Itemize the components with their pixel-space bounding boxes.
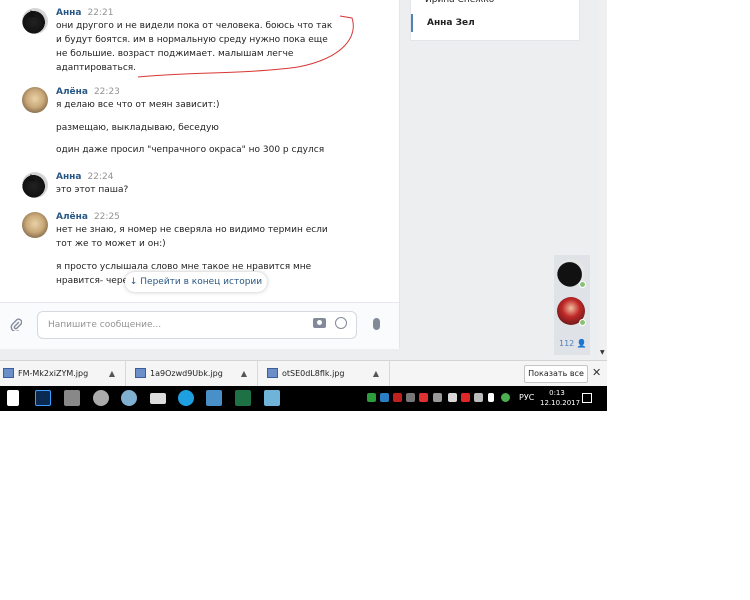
image-file-icon	[267, 368, 278, 378]
browser-icon[interactable]	[121, 390, 137, 406]
person-icon: 👤	[576, 339, 587, 348]
tray-icon[interactable]	[448, 393, 457, 402]
show-all-downloads-button[interactable]: Показать все	[524, 365, 588, 383]
mail-icon[interactable]	[150, 393, 166, 404]
online-indicator	[579, 319, 586, 326]
chevron-up-icon[interactable]: ▲	[241, 361, 247, 387]
message-input[interactable]	[46, 319, 290, 331]
image-viewer-icon[interactable]	[206, 390, 222, 406]
download-item[interactable]: FM-Mk2xiZYM.jpg ▲	[0, 361, 126, 387]
microphone-icon[interactable]	[373, 318, 380, 330]
message-text: я делаю все что от меян зависит:)	[56, 100, 220, 110]
red-annotation-stroke	[137, 15, 354, 78]
members-count[interactable]: 112 👤	[559, 339, 587, 348]
jump-to-end-button[interactable]: ↓ Перейти в конец истории	[125, 272, 267, 292]
scrollbar[interactable]: ▼	[599, 0, 607, 360]
avatar[interactable]	[22, 8, 48, 34]
tray-icon[interactable]	[474, 393, 483, 402]
clock-date: 12.10.2017	[540, 399, 581, 407]
clock-time: 0:13	[549, 389, 565, 397]
cloud-icon[interactable]	[433, 393, 442, 402]
message-time: 22:25	[93, 212, 120, 222]
message-time: 22:24	[87, 172, 114, 182]
chevron-up-icon[interactable]: ▲	[373, 361, 379, 387]
download-filename: 1a9Ozwd9Ubk.jpg	[150, 369, 223, 378]
chat-panel: Анна 22:21 они другого и не видели пока о…	[0, 0, 400, 349]
download-filename: otSE0dL8flk.jpg	[282, 369, 345, 378]
message-author[interactable]: Алёна	[56, 87, 88, 97]
message-input-box	[37, 311, 357, 339]
conversation-list: Ирина Снежко Анна Зел	[410, 0, 580, 41]
screenshot-region: Анна 22:21 они другого и не видели пока о…	[0, 0, 607, 411]
speaker-icon[interactable]	[488, 393, 494, 402]
conversation-item[interactable]: Ирина Снежко	[411, 0, 579, 9]
excel-icon[interactable]	[235, 390, 251, 406]
message-time: 22:21	[87, 8, 114, 18]
download-item[interactable]: otSE0dL8flk.jpg ▲	[264, 361, 390, 387]
tray-icon[interactable]	[501, 393, 510, 402]
paperclip-icon[interactable]	[10, 317, 23, 335]
app-icon[interactable]	[64, 390, 80, 406]
image-file-icon	[135, 368, 146, 378]
message-author[interactable]: Алёна	[56, 212, 88, 222]
message-author[interactable]: Анна	[56, 172, 81, 182]
settings-icon[interactable]	[93, 390, 109, 406]
members-count-value: 112	[559, 339, 575, 348]
smile-icon[interactable]	[335, 317, 347, 329]
language-indicator[interactable]: РУС	[519, 393, 534, 402]
message-text: это этот паша?	[56, 185, 129, 195]
message-time: 22:23	[93, 87, 120, 97]
clock[interactable]: 0:13 12.10.2017	[540, 388, 581, 408]
download-filename: FM-Mk2xiZYM.jpg	[18, 369, 89, 378]
tray-icon[interactable]	[367, 393, 376, 402]
scroll-down-icon[interactable]: ▼	[600, 349, 605, 356]
photoshop-icon[interactable]	[35, 390, 51, 406]
camera-icon[interactable]	[313, 318, 326, 328]
avatar[interactable]	[22, 172, 48, 198]
close-icon[interactable]: ✕	[592, 366, 601, 379]
jump-to-end-label: Перейти в конец истории	[140, 277, 263, 287]
tray-icon[interactable]	[419, 393, 428, 402]
online-indicator	[579, 281, 586, 288]
calculator-icon[interactable]	[7, 390, 19, 406]
app-icon[interactable]	[264, 390, 280, 406]
message-author[interactable]: Анна	[56, 8, 81, 18]
chevron-up-icon[interactable]: ▲	[109, 361, 115, 387]
tray-icon[interactable]	[393, 393, 402, 402]
tray-icon[interactable]	[380, 393, 389, 402]
conversation-item-active[interactable]: Анна Зел	[411, 14, 579, 32]
arrow-down-icon: ↓	[129, 277, 138, 287]
notifications-icon[interactable]	[582, 393, 592, 403]
avatar[interactable]	[22, 87, 48, 113]
message-text: размещаю, выкладываю, беседую	[56, 123, 219, 133]
avatar[interactable]	[22, 212, 48, 238]
skype-icon[interactable]	[178, 390, 194, 406]
chat-members-rail: 112 👤	[554, 255, 590, 355]
message-text: один даже просил "чепрачного окраса" но …	[56, 145, 325, 155]
download-item[interactable]: 1a9Ozwd9Ubk.jpg ▲	[132, 361, 258, 387]
message-text: нет не знаю, я номер не сверяла но видим…	[56, 225, 328, 249]
message-composer	[0, 302, 399, 349]
downloads-bar: FM-Mk2xiZYM.jpg ▲ 1a9Ozwd9Ubk.jpg ▲ otSE…	[0, 360, 607, 387]
tray-icon[interactable]	[406, 393, 415, 402]
image-file-icon	[3, 368, 14, 378]
windows-taskbar: РУС 0:13 12.10.2017	[0, 386, 607, 411]
tray-icon[interactable]	[461, 393, 470, 402]
